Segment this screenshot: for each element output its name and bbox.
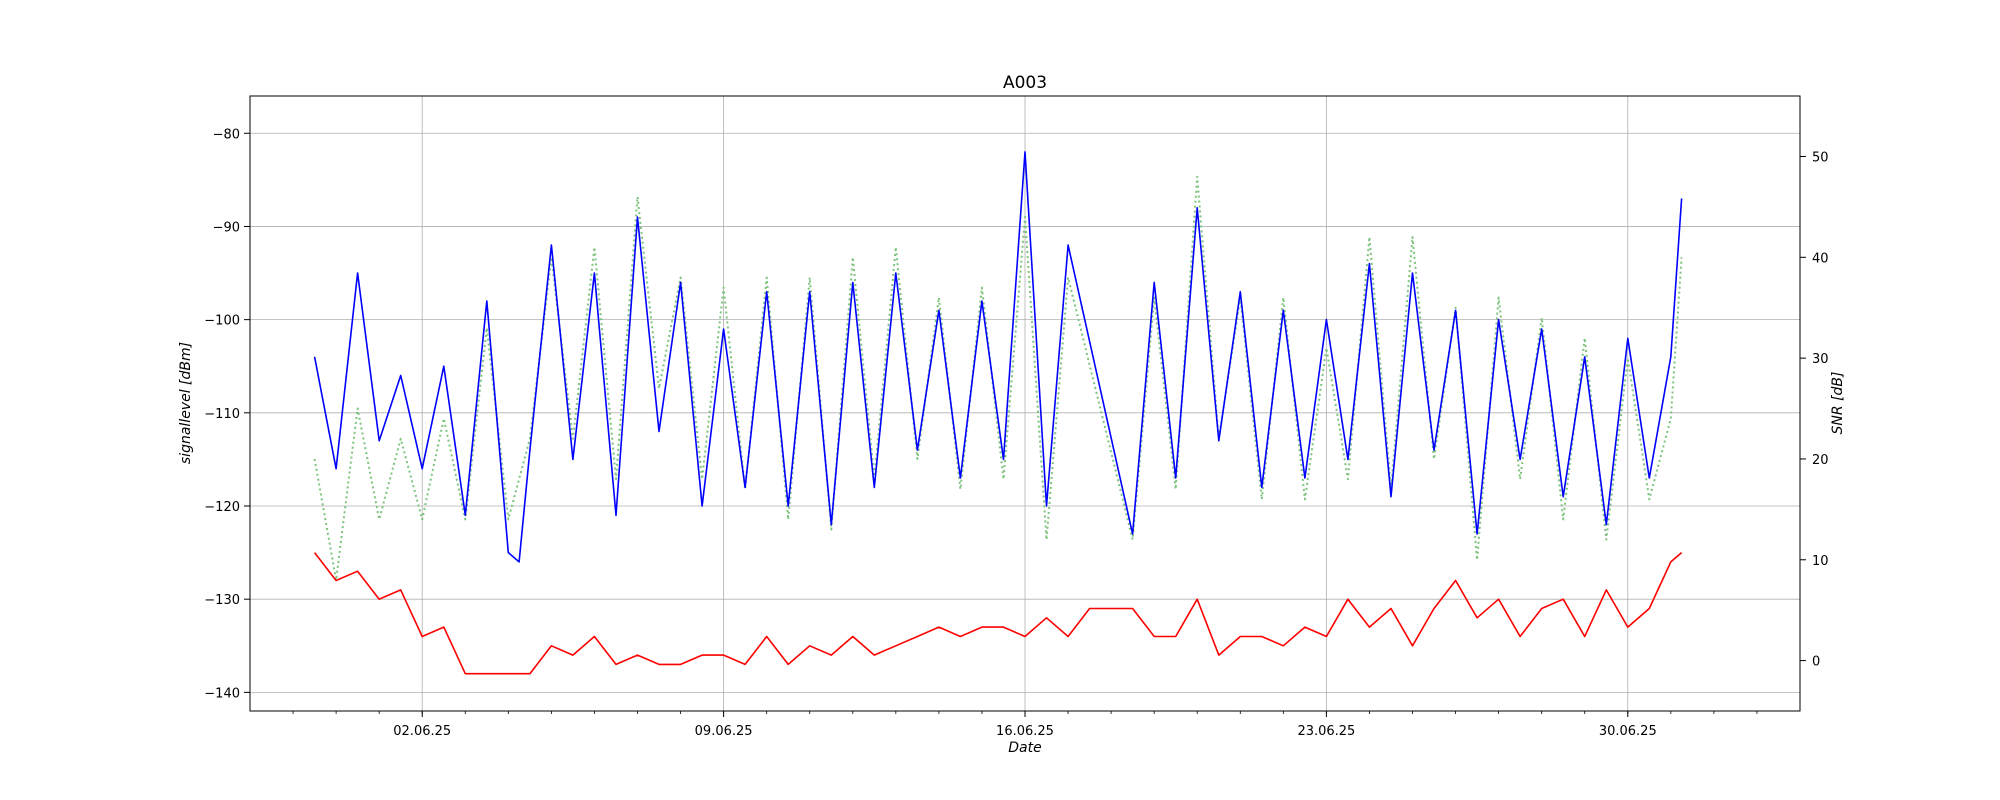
x-tick-label: 16.06.25 bbox=[996, 724, 1054, 739]
y-tick-label-right: 30 bbox=[1812, 352, 1829, 367]
y-tick-label-right: 0 bbox=[1812, 655, 1820, 670]
y-tick-label-right: 20 bbox=[1812, 453, 1829, 468]
y-tick-label-left: −110 bbox=[204, 407, 240, 422]
x-axis-label: Date bbox=[1008, 740, 1041, 756]
y-tick-label-left: −140 bbox=[204, 686, 240, 701]
x-tick-label: 23.06.25 bbox=[1297, 724, 1355, 739]
y-tick-label-right: 40 bbox=[1812, 251, 1829, 266]
y-tick-label-right: 10 bbox=[1812, 554, 1829, 569]
signal-chart: 02.06.25 09.06.25 16.06.25 23.06.25 30.06.25… bbox=[0, 0, 2000, 800]
x-tick-label: 02.06.25 bbox=[393, 724, 451, 739]
x-tick-label: 30.06.25 bbox=[1599, 724, 1657, 739]
y-tick-label-left: −100 bbox=[204, 314, 240, 329]
figure-background bbox=[0, 0, 2000, 800]
y-tick-label-left: −90 bbox=[213, 220, 240, 235]
y-axis-label-right: SNR [dB] bbox=[1830, 372, 1846, 435]
x-tick-label: 09.06.25 bbox=[695, 724, 753, 739]
chart-title: A003 bbox=[1003, 73, 1047, 93]
y-tick-label-right: 50 bbox=[1812, 150, 1829, 165]
y-tick-label-left: −130 bbox=[204, 593, 240, 608]
y-tick-label-left: −120 bbox=[204, 500, 240, 515]
y-axis-label-left: signallevel [dBm] bbox=[178, 342, 194, 464]
y-tick-label-left: −80 bbox=[213, 127, 240, 142]
